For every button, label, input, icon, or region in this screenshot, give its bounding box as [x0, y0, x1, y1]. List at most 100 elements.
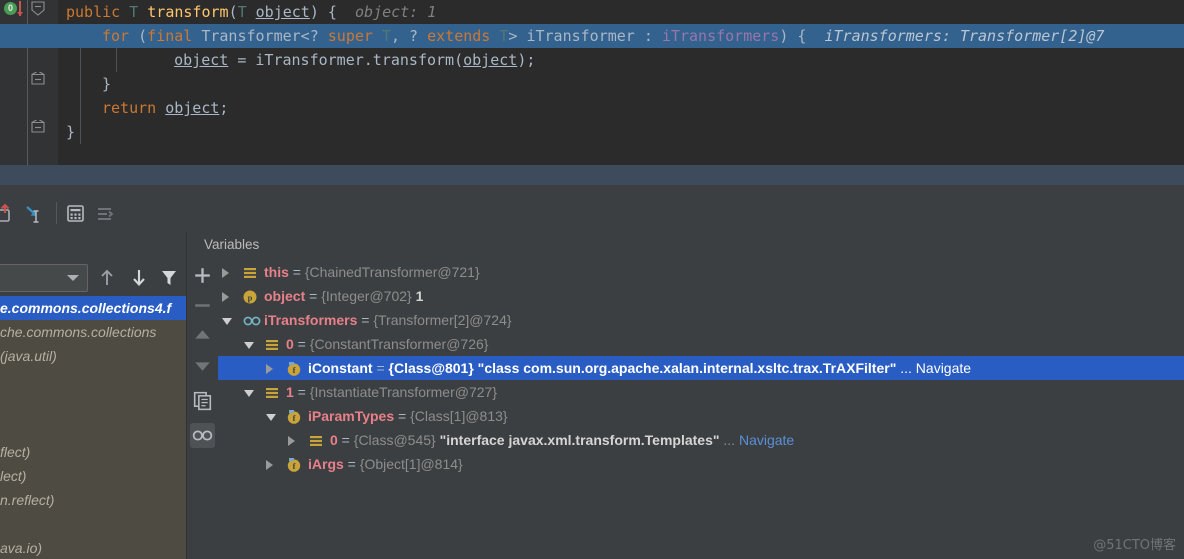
chevron-right-icon[interactable]	[266, 460, 273, 470]
variables-tree[interactable]: this = {ChainedTransformer@721} p object =…	[218, 260, 1184, 559]
chevron-right-icon[interactable]	[288, 436, 295, 446]
variable-ellipsis: ...	[896, 360, 916, 376]
code-token: super	[327, 27, 382, 45]
code-editor[interactable]: 0 public T transform(T object) { object:…	[0, 0, 1184, 185]
fold-marker-for-end[interactable]	[30, 72, 47, 88]
variable-text: 0 = {ConstantTransformer@726}	[286, 332, 488, 356]
move-down-icon[interactable]	[190, 353, 215, 378]
step-out-icon[interactable]	[0, 202, 18, 226]
variables-tab-header[interactable]: Variables	[187, 232, 1184, 260]
find-result-item[interactable]: ava.io)	[0, 536, 186, 559]
chevron-down-icon[interactable]	[222, 318, 232, 325]
line-closebrace-method[interactable]: }	[66, 120, 75, 144]
code-text-area[interactable]: public T transform(T object) { object: 1…	[0, 0, 1184, 185]
variable-type: {Transformer[2]@724}	[373, 312, 512, 328]
evaluate-expression-icon[interactable]	[64, 202, 88, 226]
find-result-item[interactable]: lect)	[0, 464, 186, 488]
ide-window: 0 public T transform(T object) { object:…	[0, 0, 1184, 559]
find-result-item[interactable]: (java.util)	[0, 344, 186, 368]
variable-name: 1	[286, 384, 294, 400]
variable-row[interactable]: 0 = {ConstantTransformer@726}	[218, 332, 1184, 356]
execution-pointer-icon	[17, 1, 23, 16]
variable-row[interactable]: this = {ChainedTransformer@721}	[218, 260, 1184, 284]
debug-toolbar[interactable]	[0, 196, 1184, 232]
filter-icon[interactable]	[157, 266, 181, 290]
variable-equals: =	[293, 384, 310, 400]
chevron-down-icon[interactable]	[244, 390, 254, 397]
line-closebrace-for[interactable]: }	[102, 72, 111, 96]
code-token: = iTransformer.transform(	[228, 51, 464, 69]
find-result-item[interactable]: n.reflect)	[0, 488, 186, 512]
fold-marker-method[interactable]	[30, 1, 47, 17]
line-return[interactable]: return object;	[102, 96, 228, 120]
variable-row[interactable]: f iParamTypes = {Class[1]@813}	[218, 404, 1184, 428]
variable-name: object	[264, 288, 306, 304]
object-field-icon	[264, 336, 280, 352]
code-token: }	[102, 75, 112, 93]
navigate-link[interactable]: Navigate	[916, 360, 971, 376]
code-token: transform	[147, 3, 229, 21]
find-toolbar[interactable]	[0, 260, 186, 296]
find-result-item[interactable]: flect)	[0, 440, 186, 464]
variable-row[interactable]: f iArgs = {Object[1]@814}	[218, 452, 1184, 476]
code-token: (	[228, 3, 238, 21]
editor-selection-band	[0, 165, 1184, 185]
variable-text: iConstant = {Class@801} "class com.sun.o…	[308, 356, 971, 380]
find-usages-panel[interactable]: e.commons.collections4.f che.commons.coll…	[0, 232, 186, 559]
variable-text: 1 = {InstantiateTransformer@727}	[286, 380, 497, 404]
find-results-list[interactable]: e.commons.collections4.f che.commons.coll…	[0, 296, 186, 559]
variable-equals: =	[305, 288, 322, 304]
variable-row[interactable]: f iConstant = {Class@801} "class com.sun.…	[218, 356, 1184, 380]
find-result-item[interactable]	[0, 392, 186, 416]
chevron-down-icon[interactable]	[266, 414, 276, 421]
variable-value: "class com.sun.org.apache.xalan.internal…	[473, 360, 897, 376]
chevron-right-icon[interactable]	[266, 364, 273, 374]
fold-marker-method-end[interactable]	[30, 120, 47, 136]
code-token: ) {	[779, 27, 825, 45]
find-previous-icon[interactable]	[95, 266, 119, 290]
array-icon	[242, 312, 261, 328]
toolbar-separator	[56, 202, 57, 224]
find-scope-combo[interactable]	[0, 264, 88, 292]
code-token: iTransformers: Transformer[2]@7	[824, 27, 1105, 45]
code-token: extends	[427, 27, 500, 45]
find-result-item[interactable]	[0, 416, 186, 440]
line-signature[interactable]: public T transform(T object) { object: 1	[66, 0, 436, 24]
variables-side-toolbar[interactable]	[187, 260, 218, 559]
breakpoint-marker[interactable]: 0	[4, 1, 26, 17]
chevron-down-icon[interactable]	[67, 275, 79, 281]
chevron-right-icon[interactable]	[222, 268, 229, 278]
find-result-item[interactable]: e.commons.collections4.f	[0, 296, 186, 320]
watermark: @51CTO博客	[1093, 538, 1176, 553]
inspect-icon[interactable]	[190, 423, 215, 448]
line-for[interactable]: for (final Transformer<? super T, ? exte…	[102, 24, 1104, 48]
add-watch-icon[interactable]	[190, 263, 215, 288]
find-result-item[interactable]	[0, 512, 186, 536]
find-result-item[interactable]: che.commons.collections	[0, 320, 186, 344]
variable-row[interactable]: 1 = {InstantiateTransformer@727}	[218, 380, 1184, 404]
settings-lines-icon[interactable]	[93, 202, 117, 226]
variable-type: {ConstantTransformer@726}	[309, 336, 489, 352]
svg-text:f: f	[293, 413, 296, 423]
code-token: return	[102, 99, 166, 117]
code-token: T	[129, 3, 148, 21]
field-icon: f	[286, 408, 302, 424]
copy-value-icon[interactable]	[190, 388, 215, 413]
breakpoint-icon[interactable]: 0	[4, 2, 17, 15]
variable-equals: =	[372, 360, 389, 376]
find-result-item[interactable]	[0, 368, 186, 392]
find-next-icon[interactable]	[127, 266, 151, 290]
line-assign[interactable]: object = iTransformer.transform(object);	[138, 48, 535, 72]
run-to-cursor-icon[interactable]	[22, 202, 46, 226]
chevron-right-icon[interactable]	[222, 292, 229, 302]
variable-row[interactable]: iTransformers = {Transformer[2]@724}	[218, 308, 1184, 332]
remove-watch-icon[interactable]	[190, 293, 215, 318]
variable-row[interactable]: p object = {Integer@702} 1	[218, 284, 1184, 308]
variable-name: this	[264, 264, 289, 280]
move-up-icon[interactable]	[190, 323, 215, 348]
variable-equals: =	[394, 408, 411, 424]
navigate-link[interactable]: Navigate	[739, 432, 794, 448]
variable-row[interactable]: 0 = {Class@545} "interface javax.xml.tra…	[218, 428, 1184, 452]
chevron-down-icon[interactable]	[244, 342, 254, 349]
indent-guide	[116, 48, 117, 72]
